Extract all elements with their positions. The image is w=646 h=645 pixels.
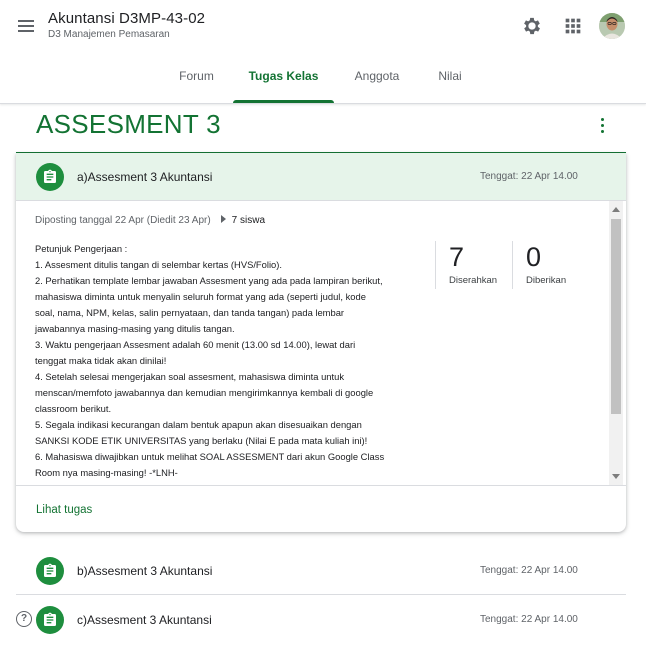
assignment-icon bbox=[36, 163, 64, 191]
submitted-label: Diserahkan bbox=[449, 275, 498, 286]
instruction-line: classroom berikut. bbox=[35, 403, 112, 414]
student-count[interactable]: 7 siswa bbox=[232, 215, 265, 226]
instruction-line: 1. Assesment ditulis tangan di selembar … bbox=[35, 259, 282, 270]
tab-bar: Forum Tugas Kelas Anggota Nilai bbox=[0, 60, 646, 103]
instruction-line: jawabannya masing-masing yang ditulis ta… bbox=[35, 323, 235, 334]
apps-grid-icon[interactable] bbox=[562, 15, 584, 37]
instruction-line: soal, nama, NPM, kelas, salin pernyataan… bbox=[35, 307, 345, 318]
caret-right-icon bbox=[220, 215, 226, 224]
assignment-icon bbox=[36, 606, 64, 634]
scroll-thumb[interactable] bbox=[611, 219, 621, 414]
scrollbar[interactable] bbox=[609, 201, 623, 485]
posted-info: Diposting tanggal 22 Apr (Diedit 23 Apr)… bbox=[35, 215, 265, 226]
course-title[interactable]: Akuntansi D3MP-43-02 bbox=[48, 10, 205, 27]
submitted-stat[interactable]: 7 Diserahkan bbox=[435, 241, 508, 289]
assignment-details: Diposting tanggal 22 Apr (Diedit 23 Apr)… bbox=[16, 201, 626, 485]
view-assignment-link[interactable]: Lihat tugas bbox=[36, 504, 92, 516]
assignment-icon bbox=[36, 557, 64, 585]
instruction-line: 5. Segala indikasi kecurangan dalam bent… bbox=[35, 419, 362, 430]
instruction-line: Room nya masing-masing! -*LNH- bbox=[35, 467, 178, 478]
tab-anggota[interactable]: Anggota bbox=[344, 60, 410, 103]
topic-title: ASSESMENT 3 bbox=[36, 109, 221, 139]
assigned-label: Diberikan bbox=[526, 275, 567, 286]
assigned-stat[interactable]: 0 Diberikan bbox=[512, 241, 585, 289]
expanded-assignment-card: a)Assesment 3 Akuntansi Tenggat: 22 Apr … bbox=[16, 153, 626, 532]
due-date: Tenggat: 22 Apr 14.00 bbox=[480, 614, 578, 625]
assigned-count: 0 bbox=[526, 242, 542, 272]
assignment-title[interactable]: a)Assesment 3 Akuntansi bbox=[77, 170, 212, 184]
instruction-line: mahasiswa diminta untuk menyalin seluruh… bbox=[35, 291, 366, 302]
due-date: Tenggat: 22 Apr 14.00 bbox=[480, 565, 578, 576]
instruction-line: SANKSI KODE ETIK UNIVERSITAS yang berlak… bbox=[35, 435, 368, 446]
assignment-instructions: Petunjuk Pengerjaan : 1. Assesment ditul… bbox=[35, 241, 435, 481]
course-subtitle: D3 Manajemen Pemasaran bbox=[48, 29, 170, 40]
scroll-up-arrow-icon[interactable] bbox=[612, 207, 620, 212]
help-icon[interactable]: ? bbox=[16, 611, 32, 627]
list-item[interactable]: c)Assesment 3 Akuntansi Tenggat: 22 Apr … bbox=[16, 596, 626, 643]
instruction-line: tenggat maka tidak akan dinilai! bbox=[35, 355, 167, 366]
menu-icon[interactable] bbox=[14, 14, 38, 38]
more-options-icon[interactable] bbox=[590, 114, 614, 138]
assignment-header[interactable]: a)Assesment 3 Akuntansi Tenggat: 22 Apr … bbox=[16, 153, 626, 201]
due-date: Tenggat: 22 Apr 14.00 bbox=[480, 171, 578, 182]
tab-nilai[interactable]: Nilai bbox=[428, 60, 472, 103]
instruction-line: 4. Setelah selesai mengerjakan soal asse… bbox=[35, 371, 345, 382]
instruction-line: 3. Waktu pengerjaan Assesment adalah 60 … bbox=[35, 339, 356, 350]
app-header: Akuntansi D3MP-43-02 D3 Manajemen Pemasa… bbox=[0, 0, 646, 104]
instruction-line: Petunjuk Pengerjaan : bbox=[35, 243, 128, 254]
gear-icon[interactable] bbox=[521, 15, 543, 37]
submitted-count: 7 bbox=[449, 242, 465, 272]
instruction-line: 2. Perhatikan template lembar jawaban As… bbox=[35, 275, 383, 286]
scroll-down-arrow-icon[interactable] bbox=[612, 474, 620, 479]
tab-tugas-kelas[interactable]: Tugas Kelas bbox=[233, 60, 334, 103]
assignment-title[interactable]: b)Assesment 3 Akuntansi bbox=[77, 564, 212, 578]
avatar[interactable] bbox=[599, 13, 625, 39]
assignment-title[interactable]: c)Assesment 3 Akuntansi bbox=[77, 613, 212, 627]
list-item[interactable]: b)Assesment 3 Akuntansi Tenggat: 22 Apr … bbox=[16, 547, 626, 595]
card-footer: Lihat tugas bbox=[16, 485, 626, 533]
tab-forum[interactable]: Forum bbox=[169, 60, 224, 103]
instruction-line: 6. Mahasiswa diwajibkan untuk melihat SO… bbox=[35, 451, 385, 462]
posted-date: Diposting tanggal 22 Apr (Diedit 23 Apr) bbox=[35, 215, 211, 226]
instruction-line: menscan/memfoto jawabannya dan kemudian … bbox=[35, 387, 374, 398]
